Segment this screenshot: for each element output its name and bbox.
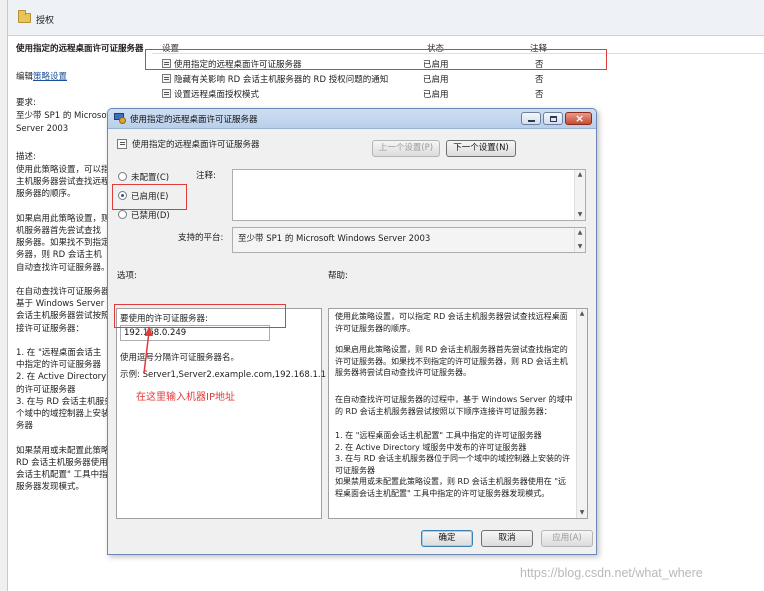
- cancel-button[interactable]: 取消: [481, 530, 533, 547]
- description-line: 服务器发现模式。: [16, 482, 85, 493]
- description-line: 个域中的域控制器上安装: [16, 409, 110, 419]
- example-text: 示例: Server1,Server2.example.com,192.168.…: [120, 370, 327, 380]
- edit-prefix: 编辑: [16, 72, 34, 82]
- scroll-up-icon[interactable]: ▲: [577, 309, 587, 319]
- description-line: 中指定的许可证服务器: [16, 360, 102, 371]
- description-line: 的许可证服务器: [16, 384, 76, 395]
- radio-circle: [118, 172, 127, 181]
- maximize-button[interactable]: [543, 112, 563, 125]
- settings-row[interactable]: 设置远程桌面授权模式 已启用 否: [160, 87, 764, 100]
- next-setting-button[interactable]: 下一个设置(N): [446, 140, 516, 157]
- minimize-button[interactable]: [521, 112, 541, 125]
- minimize-icon: [528, 120, 535, 122]
- highlight-box-row: [145, 49, 607, 70]
- watermark: https://blog.csdn.net/what_where: [520, 566, 703, 580]
- close-button[interactable]: ×: [565, 112, 592, 125]
- row-name: 设置远程桌面授权模式: [174, 90, 260, 100]
- scroll-down-icon[interactable]: ▼: [577, 508, 587, 518]
- description-line: 自动查找许可证服务器。: [16, 262, 110, 273]
- options-panel: 要使用的许可证服务器: 使用逗号分隔许可证服务器名。 示例: Server1,S…: [116, 308, 326, 519]
- remote-desktop-icon: [114, 113, 126, 124]
- setting-heading: 使用指定的远程桌面许可证服务器: [16, 44, 144, 54]
- dialog-title: 使用指定的远程桌面许可证服务器: [130, 115, 258, 125]
- comment-label: 注释:: [196, 171, 216, 181]
- help-paragraph: 使用此策略设置，可以指定 RD 会话主机服务器尝试查找远程桌面许可证服务器的顺序…: [335, 312, 568, 333]
- description-line: 务器: [16, 421, 34, 432]
- scroll-down-icon[interactable]: ▼: [575, 242, 585, 252]
- supported-platform-value: 至少带 SP1 的 Microsoft Windows Server 2003: [238, 234, 431, 244]
- description-line: 在自动查找许可证服务器: [16, 287, 110, 297]
- help-paragraph: 在自动查找许可证服务器的过程中，基于 Windows Server 的域中的 R…: [335, 395, 573, 416]
- requirement-line: Server 2003: [16, 124, 69, 134]
- help-paragraph: 如果禁用或未配置此策略设置，则 RD 会话主机服务器使用在 "远程桌面会话主机配…: [335, 477, 567, 498]
- description-line: 务器，则 RD 会话主机: [16, 250, 102, 261]
- row-state: 已启用: [423, 75, 449, 85]
- description-label: 描述:: [16, 152, 36, 162]
- row-name: 隐藏有关影响 RD 会话主机服务器的 RD 授权问题的通知: [174, 75, 389, 85]
- supported-scrollbar[interactable]: ▲ ▼: [574, 228, 585, 252]
- help-label: 帮助:: [328, 271, 348, 281]
- radio-circle: [118, 210, 127, 219]
- scroll-up-icon[interactable]: ▲: [575, 170, 585, 180]
- editor-folder-bar: 授权: [8, 0, 764, 36]
- description-line: 如果禁用或未配置此策略: [16, 445, 110, 456]
- settings-row[interactable]: 隐藏有关影响 RD 会话主机服务器的 RD 授权问题的通知 已启用 否: [160, 72, 764, 85]
- row-note: 否: [535, 75, 544, 85]
- comment-scrollbar[interactable]: ▲ ▼: [574, 170, 585, 220]
- supported-platform-label: 支持的平台:: [178, 233, 224, 243]
- comment-textarea[interactable]: ▲ ▼: [232, 169, 586, 221]
- requirement-label: 要求:: [16, 98, 36, 108]
- scroll-down-icon[interactable]: ▼: [575, 210, 585, 220]
- close-icon: ×: [575, 112, 585, 125]
- description-line: 2. 在 Active Directory 域: [16, 372, 118, 383]
- row-state: 已启用: [423, 90, 449, 100]
- folder-icon: [18, 10, 31, 23]
- options-label: 选项:: [117, 271, 137, 281]
- description-line: RD 会话主机服务器使用: [16, 457, 108, 468]
- edit-policy-line: 编辑策略设置: [16, 72, 67, 83]
- dialog-titlebar[interactable]: 使用指定的远程桌面许可证服务器 ×: [108, 109, 596, 129]
- description-line: 接许可证服务器：: [16, 323, 85, 334]
- description-line: 使用此策略设置，可以指: [16, 165, 110, 175]
- description-line: 服务器。如果找不到指定: [16, 238, 110, 249]
- description-line: 主机服务器尝试查找远程: [16, 177, 110, 188]
- requirement-line: 至少带 SP1 的 Microsof: [16, 111, 110, 121]
- description-line: 1. 在 "远程桌面会话主: [16, 348, 102, 358]
- editor-left-strip: [0, 0, 8, 591]
- edit-policy-link[interactable]: 策略设置: [33, 72, 67, 82]
- policy-dialog: 使用指定的远程桌面许可证服务器 × 使用指定的远程桌面许可证服务器 上一个设置(…: [107, 108, 597, 555]
- dialog-header-title: 使用指定的远程桌面许可证服务器: [132, 140, 260, 150]
- description-line: 服务器的顺序。: [16, 189, 76, 200]
- highlight-box-enabled: [112, 184, 187, 210]
- policy-setting-icon: [117, 139, 127, 149]
- help-paragraph: 1. 在 "远程桌面会话主机配置" 工具中指定的许可证服务器 2. 在 Acti…: [335, 431, 570, 475]
- description-line: 会话主机服务器尝试按照: [16, 311, 110, 322]
- apply-button[interactable]: 应用(A): [541, 530, 593, 547]
- row-note: 否: [535, 90, 544, 100]
- dialog-body: 使用指定的远程桌面许可证服务器 上一个设置(P) 下一个设置(N) 未配置(C)…: [108, 129, 596, 554]
- supported-platform-box: 至少带 SP1 的 Microsoft Windows Server 2003 …: [232, 227, 586, 253]
- previous-setting-button[interactable]: 上一个设置(P): [372, 140, 440, 157]
- help-panel: 使用此策略设置，可以指定 RD 会话主机服务器尝试查找远程桌面许可证服务器的顺序…: [328, 308, 588, 519]
- maximize-icon: [550, 116, 557, 122]
- annotation-text: 在这里输入机器IP地址: [136, 392, 235, 403]
- help-paragraph: 如果启用此策略设置，则 RD 会话主机服务器首先尝试查找指定的许可证服务器。如果…: [335, 345, 568, 377]
- folder-title: 授权: [36, 16, 55, 26]
- help-scrollbar[interactable]: ▲ ▼: [576, 309, 587, 518]
- separator-hint: 使用逗号分隔许可证服务器名。: [120, 353, 240, 363]
- highlight-box-ip-input: [114, 304, 286, 328]
- policy-setting-icon: [162, 89, 171, 98]
- description-line: 基于 Windows Server 的: [16, 299, 116, 310]
- description-line: 会话主机配置" 工具中指: [16, 470, 108, 480]
- ok-button[interactable]: 确定: [421, 530, 473, 547]
- description-line: 3. 在与 RD 会话主机服务: [16, 396, 113, 407]
- description-line: 如果启用此策略设置，则: [16, 213, 110, 224]
- description-line: 机服务器首先尝试查找: [16, 226, 102, 236]
- scroll-up-icon[interactable]: ▲: [575, 228, 585, 238]
- policy-setting-icon: [162, 74, 171, 83]
